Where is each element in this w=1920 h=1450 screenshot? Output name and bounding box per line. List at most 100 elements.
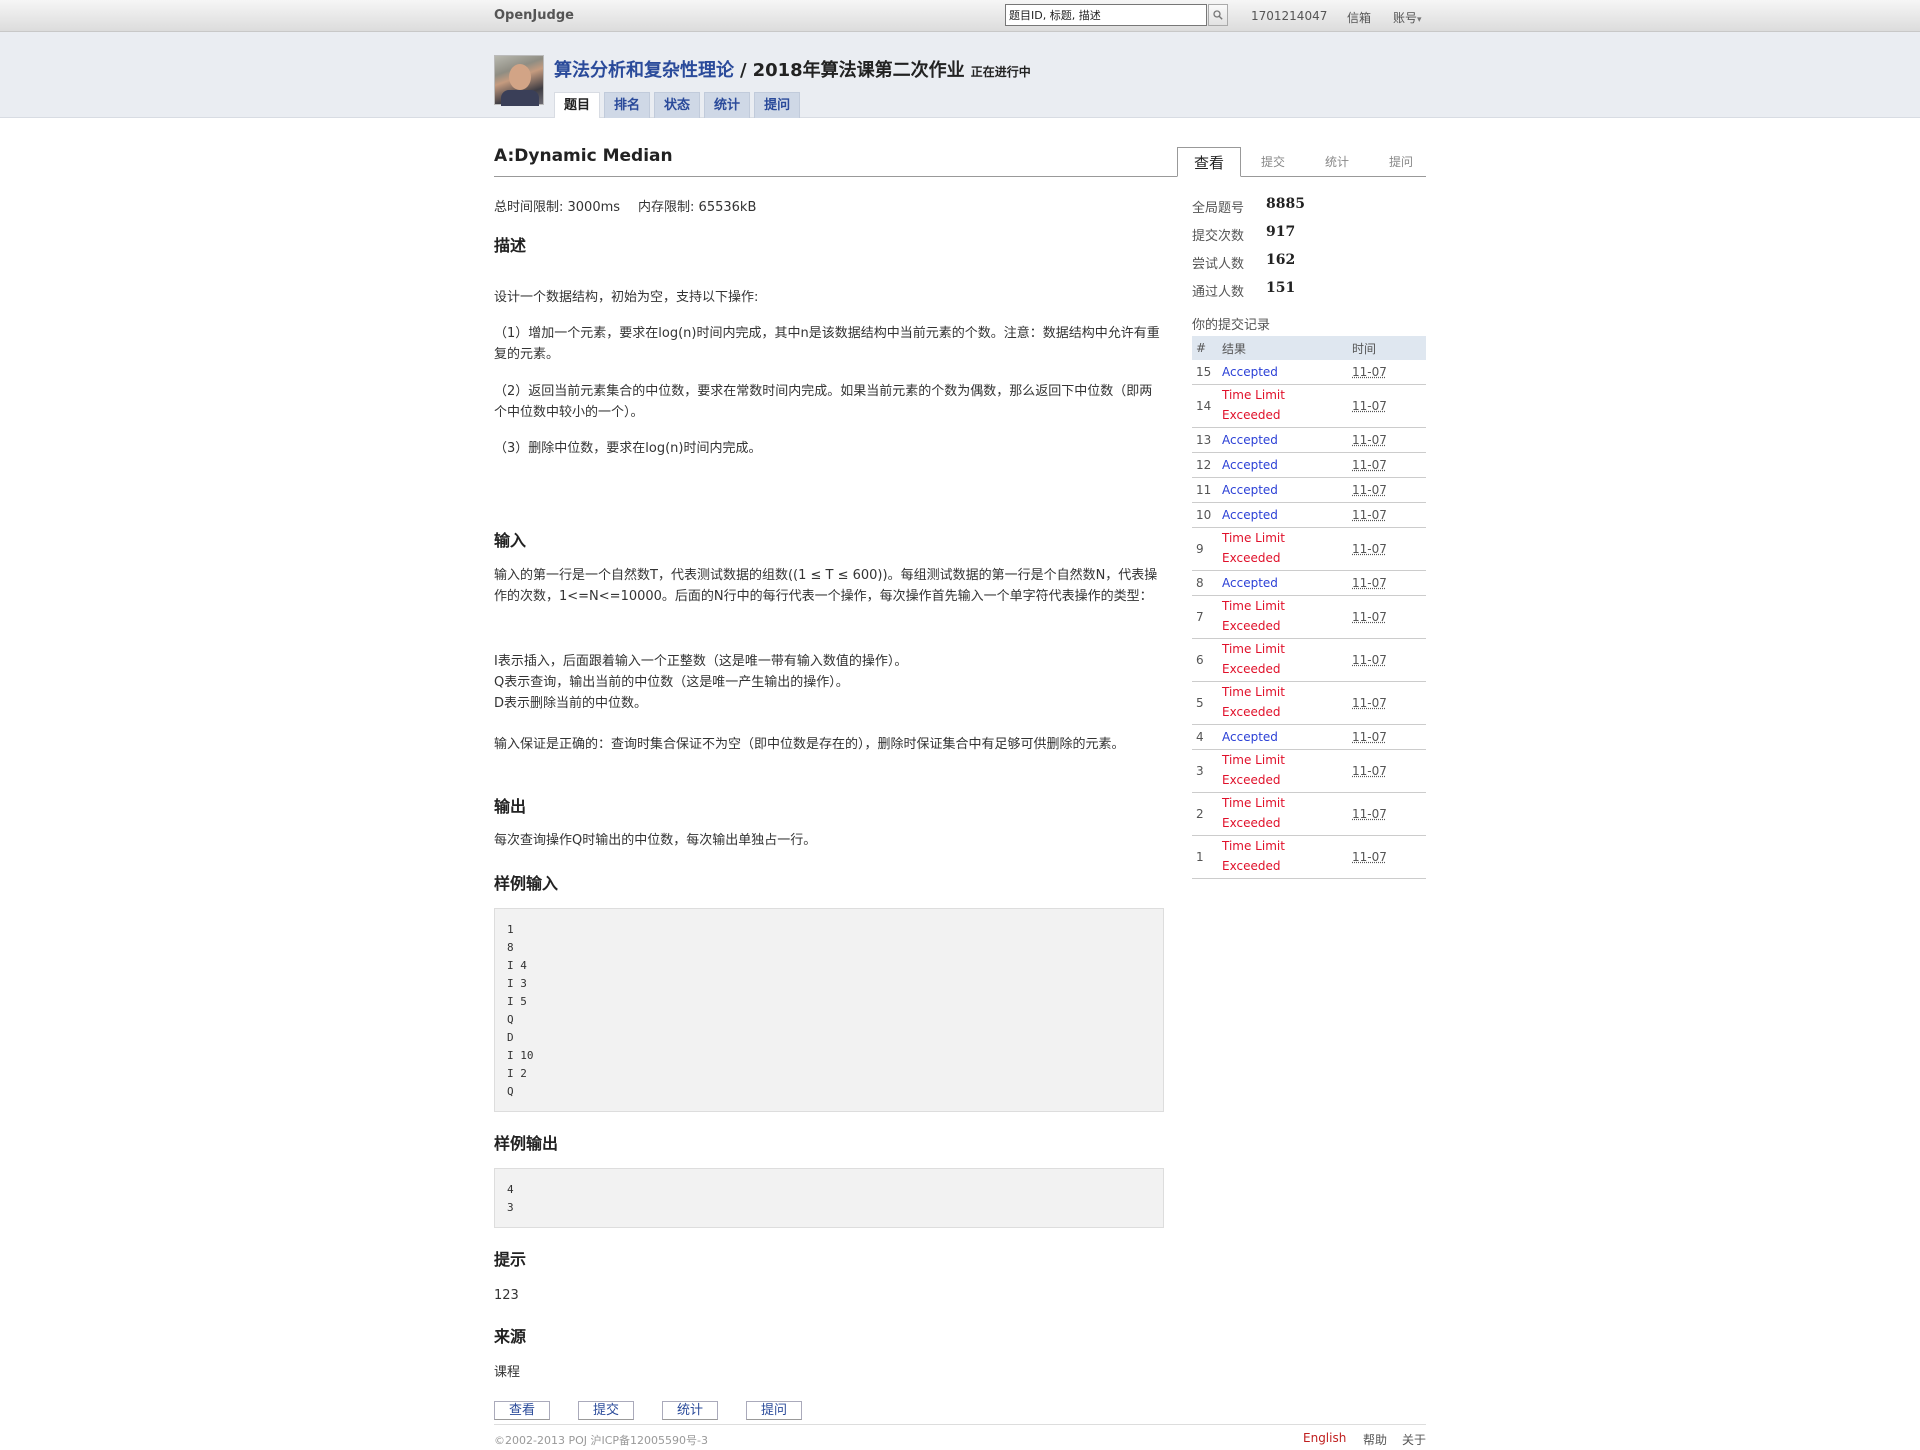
limits: 总时间限制: 3000ms 内存限制: 65536kB [494, 196, 756, 215]
view-tab-submit[interactable]: 提交 [1241, 147, 1305, 177]
submission-number: 6 [1192, 638, 1218, 682]
table-row: 3 Time Limit Exceeded 11-07 [1192, 749, 1426, 793]
submission-time: 11-07 [1348, 749, 1426, 793]
submission-number: 12 [1192, 452, 1218, 478]
table-row: 7 Time Limit Exceeded 11-07 [1192, 595, 1426, 639]
table-row: 4 Accepted 11-07 [1192, 724, 1426, 750]
hint-text: 123 [494, 1288, 519, 1303]
table-row: 8 Accepted 11-07 [1192, 570, 1426, 596]
search-input[interactable] [1005, 4, 1207, 26]
view-tab-statistics[interactable]: 统计 [1305, 147, 1369, 177]
submission-record-title: 你的提交记录 [1192, 318, 1271, 333]
submission-time: 11-07 [1348, 477, 1426, 503]
submission-result-link[interactable]: Time Limit Exceeded [1222, 639, 1292, 679]
submission-number: 3 [1192, 749, 1218, 793]
submission-number: 13 [1192, 427, 1218, 453]
submission-result-link[interactable]: Time Limit Exceeded [1222, 596, 1292, 636]
description-line: （3）删除中位数，要求在log(n)时间内完成。 [494, 441, 762, 456]
source-heading: 来源 [494, 1327, 527, 1346]
table-row: 10 Accepted 11-07 [1192, 502, 1426, 528]
submission-time: 11-07 [1348, 452, 1426, 478]
tab-status[interactable]: 状态 [654, 92, 701, 118]
sample-input-line: 8 [507, 941, 514, 954]
submission-result: Time Limit Exceeded [1218, 835, 1348, 879]
submission-time: 11-07 [1348, 595, 1426, 639]
submission-result: Time Limit Exceeded [1218, 638, 1348, 682]
column-header-time: 时间 [1348, 336, 1426, 360]
description-line: 设计一个数据结构，初始为空，支持以下操作: [494, 290, 759, 305]
user-id-link[interactable]: 1701214047 [1251, 9, 1327, 23]
tab-ranking[interactable]: 排名 [604, 92, 651, 118]
submission-result: Time Limit Exceeded [1218, 384, 1348, 428]
submission-number: 15 [1192, 360, 1218, 385]
help-link[interactable]: 帮助 [1363, 1431, 1387, 1448]
submission-result: Accepted [1218, 477, 1348, 503]
bottom-tab-view[interactable]: 查看 [494, 1401, 550, 1420]
submission-result: Accepted [1218, 360, 1348, 385]
submission-result-link[interactable]: Time Limit Exceeded [1222, 750, 1292, 790]
bottom-tab-statistics[interactable]: 统计 [662, 1401, 718, 1420]
stat-value: 917 [1266, 224, 1296, 240]
tab-questions[interactable]: 提问 [754, 92, 801, 118]
submission-result-link[interactable]: Accepted [1222, 576, 1278, 590]
table-row: 9 Time Limit Exceeded 11-07 [1192, 527, 1426, 571]
submission-result-link[interactable]: Accepted [1222, 433, 1278, 447]
view-tab-questions[interactable]: 提问 [1369, 147, 1433, 177]
memory-limit: 内存限制: 65536kB [638, 200, 757, 215]
account-menu[interactable]: 账号▾ [1393, 9, 1422, 26]
submission-result-link[interactable]: Time Limit Exceeded [1222, 528, 1292, 568]
submission-result-link[interactable]: Accepted [1222, 458, 1278, 472]
source-text: 课程 [494, 1365, 521, 1380]
submission-time: 11-07 [1348, 502, 1426, 528]
sample-input-line: I 10 [507, 1049, 534, 1062]
search-icon [1213, 10, 1223, 20]
footer-divider [494, 1424, 1426, 1425]
table-row: 12 Accepted 11-07 [1192, 452, 1426, 478]
submission-result-link[interactable]: Time Limit Exceeded [1222, 836, 1292, 876]
about-link[interactable]: 关于 [1402, 1431, 1426, 1448]
submission-time: 11-07 [1348, 527, 1426, 571]
submission-result-link[interactable]: Time Limit Exceeded [1222, 682, 1292, 722]
description-line: （1）增加一个元素，要求在log(n)时间内完成，其中n是该数据结构中当前元素的… [494, 326, 1160, 362]
sample-input-line: I 2 [507, 1067, 527, 1080]
sample-output-box: 4 3 [494, 1168, 1164, 1228]
sample-output-line: 4 [507, 1183, 514, 1196]
stat-label: 全局题号 [1192, 201, 1245, 216]
submission-number: 11 [1192, 477, 1218, 503]
course-link[interactable]: 算法分析和复杂性理论 [554, 60, 734, 81]
input-text: I表示插入，后面跟着输入一个正整数（这是唯一带有输入数值的操作）。 [494, 654, 908, 669]
mailbox-link[interactable]: 信箱 [1347, 9, 1371, 26]
submission-result-link[interactable]: Time Limit Exceeded [1222, 385, 1292, 425]
submission-result: Accepted [1218, 427, 1348, 453]
contest-tabs: 题目 排名 状态 统计 提问 [554, 92, 801, 118]
submission-time: 11-07 [1348, 638, 1426, 682]
submission-result-link[interactable]: Time Limit Exceeded [1222, 793, 1292, 833]
search-button[interactable] [1208, 4, 1228, 26]
table-row: 5 Time Limit Exceeded 11-07 [1192, 681, 1426, 725]
submission-time: 11-07 [1348, 360, 1426, 385]
language-english-link[interactable]: English [1303, 1431, 1346, 1445]
site-logo[interactable]: OpenJudge [494, 8, 574, 23]
description-line: （2）返回当前元素集合的中位数，要求在常数时间内完成。如果当前元素的个数为偶数，… [494, 384, 1153, 420]
submission-number: 2 [1192, 792, 1218, 836]
tab-problems[interactable]: 题目 [554, 92, 601, 118]
sample-input-box: 1 8 I 4 I 3 I 5 Q D I 10 I 2 Q [494, 908, 1164, 1112]
sample-input-line: Q [507, 1085, 514, 1098]
submission-result: Accepted [1218, 452, 1348, 478]
table-row: 6 Time Limit Exceeded 11-07 [1192, 638, 1426, 682]
view-tab-view[interactable]: 查看 [1177, 147, 1241, 177]
submission-number: 7 [1192, 595, 1218, 639]
problem-title: A:Dynamic Median [494, 146, 673, 166]
submission-result-link[interactable]: Accepted [1222, 483, 1278, 497]
tab-statistics[interactable]: 统计 [704, 92, 751, 118]
bottom-tab-submit[interactable]: 提交 [578, 1401, 634, 1420]
sample-input-line: I 5 [507, 995, 527, 1008]
submission-result-link[interactable]: Accepted [1222, 508, 1278, 522]
submission-result-link[interactable]: Accepted [1222, 730, 1278, 744]
submission-result-link[interactable]: Accepted [1222, 365, 1278, 379]
submission-time: 11-07 [1348, 835, 1426, 879]
top-bar: OpenJudge 1701214047 信箱 账号▾ [0, 0, 1920, 32]
bottom-tab-questions[interactable]: 提问 [746, 1401, 802, 1420]
input-text: 输入保证是正确的：查询时集合保证不为空（即中位数是存在的），删除时保证集合中有足… [494, 737, 1125, 752]
submission-time: 11-07 [1348, 792, 1426, 836]
